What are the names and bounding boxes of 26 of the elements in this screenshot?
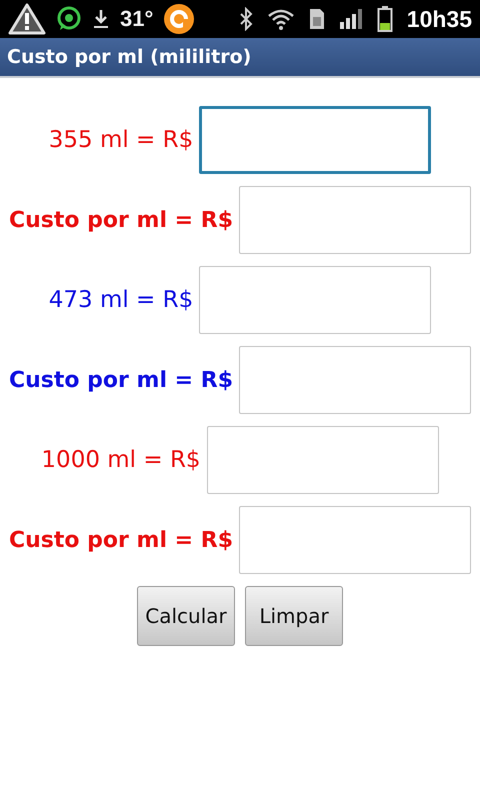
temperature-text: 31°	[120, 6, 154, 32]
field-label: 473 ml = R$	[48, 287, 194, 313]
input-field[interactable]	[206, 426, 439, 494]
input-field[interactable]	[239, 506, 472, 574]
chat-bubble-icon	[56, 6, 82, 32]
bluetooth-icon	[238, 7, 253, 31]
input-field[interactable]	[239, 346, 472, 414]
clock-text: 10h35	[406, 6, 472, 32]
input-field[interactable]	[199, 106, 432, 174]
action-button[interactable]: Limpar	[245, 586, 343, 646]
input-field[interactable]	[199, 266, 432, 334]
field-label: Custo por ml = R$	[8, 528, 234, 552]
warning-icon	[8, 3, 46, 35]
wifi-icon	[266, 7, 295, 31]
app-icon	[163, 3, 196, 35]
field-label: 1000 ml = R$	[41, 447, 201, 473]
window-title: Custo por ml (mililitro)	[7, 46, 252, 68]
field-label: Custo por ml = R$	[8, 208, 234, 232]
field-label: Custo por ml = R$	[8, 368, 234, 392]
download-icon	[92, 8, 110, 30]
action-button[interactable]: Calcular	[137, 586, 235, 646]
battery-icon	[376, 6, 393, 32]
sim-card-icon	[308, 8, 325, 30]
field-label: 355 ml = R$	[48, 127, 194, 153]
signal-icon	[338, 8, 363, 30]
input-field[interactable]	[239, 186, 472, 254]
